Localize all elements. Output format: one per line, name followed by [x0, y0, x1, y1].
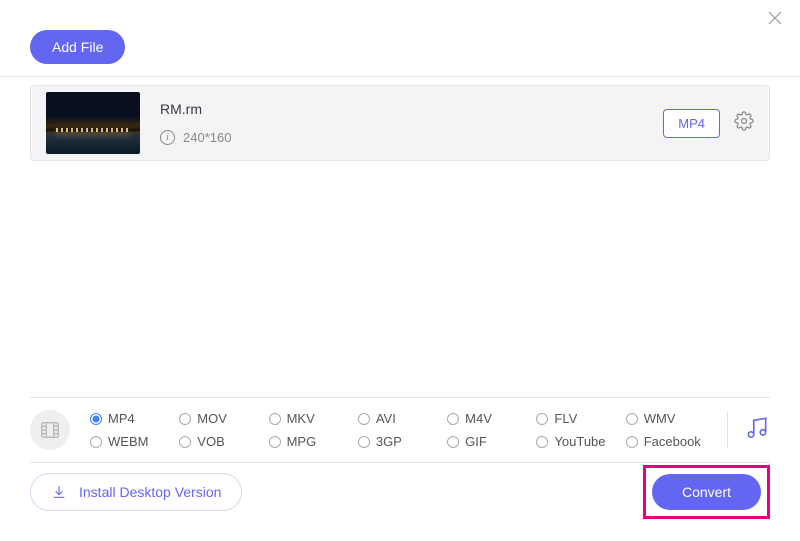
header: Add File [0, 0, 800, 76]
format-label: VOB [197, 434, 224, 449]
radio-icon [626, 413, 638, 425]
file-resolution: 240*160 [183, 130, 231, 145]
format-label: MP4 [108, 411, 135, 426]
radio-icon [536, 436, 548, 448]
radio-icon [626, 436, 638, 448]
add-file-button[interactable]: Add File [30, 30, 125, 64]
format-option-mkv[interactable]: MKV [269, 411, 354, 426]
gear-icon[interactable] [734, 111, 754, 136]
format-label: Facebook [644, 434, 701, 449]
format-label: YouTube [554, 434, 605, 449]
format-label: AVI [376, 411, 396, 426]
info-icon[interactable]: i [160, 130, 175, 145]
file-thumbnail[interactable] [46, 92, 140, 154]
footer: Install Desktop Version Convert [30, 465, 770, 519]
convert-button[interactable]: Convert [652, 474, 761, 510]
format-label: FLV [554, 411, 577, 426]
radio-icon [90, 413, 102, 425]
format-grid: MP4 MOV MKV AVI M4V FLV WMV WEBM VOB MPG 3GP GIF You… [90, 411, 711, 449]
radio-icon [179, 436, 191, 448]
format-option-wmv[interactable]: WMV [626, 411, 711, 426]
radio-icon [90, 436, 102, 448]
separator [727, 412, 728, 448]
convert-highlight-box: Convert [643, 465, 770, 519]
radio-icon [447, 413, 459, 425]
format-option-mov[interactable]: MOV [179, 411, 264, 426]
format-label: MKV [287, 411, 315, 426]
format-label: M4V [465, 411, 492, 426]
file-name: RM.rm [160, 101, 663, 117]
file-info: RM.rm i 240*160 [160, 101, 663, 145]
radio-icon [269, 413, 281, 425]
format-option-mp4[interactable]: MP4 [90, 411, 175, 426]
format-option-youtube[interactable]: YouTube [536, 434, 621, 449]
format-option-gif[interactable]: GIF [447, 434, 532, 449]
format-option-3gp[interactable]: 3GP [358, 434, 443, 449]
format-option-webm[interactable]: WEBM [90, 434, 175, 449]
format-panel: MP4 MOV MKV AVI M4V FLV WMV WEBM VOB MPG 3GP GIF You… [30, 397, 770, 463]
format-label: WMV [644, 411, 676, 426]
format-label: MOV [197, 411, 227, 426]
radio-icon [269, 436, 281, 448]
format-label: MPG [287, 434, 317, 449]
radio-icon [358, 413, 370, 425]
file-row: RM.rm i 240*160 MP4 [30, 85, 770, 161]
radio-icon [536, 413, 548, 425]
format-option-m4v[interactable]: M4V [447, 411, 532, 426]
radio-icon [358, 436, 370, 448]
format-option-vob[interactable]: VOB [179, 434, 264, 449]
file-list: RM.rm i 240*160 MP4 [0, 76, 800, 161]
format-label: 3GP [376, 434, 402, 449]
format-label: WEBM [108, 434, 148, 449]
video-film-icon[interactable] [30, 410, 70, 450]
format-option-avi[interactable]: AVI [358, 411, 443, 426]
music-note-icon[interactable] [744, 415, 770, 446]
target-format-badge[interactable]: MP4 [663, 109, 720, 138]
install-desktop-label: Install Desktop Version [79, 484, 221, 500]
format-option-flv[interactable]: FLV [536, 411, 621, 426]
install-desktop-button[interactable]: Install Desktop Version [30, 473, 242, 511]
format-label: GIF [465, 434, 487, 449]
radio-icon [447, 436, 459, 448]
radio-icon [179, 413, 191, 425]
file-meta: i 240*160 [160, 130, 231, 145]
format-option-mpg[interactable]: MPG [269, 434, 354, 449]
format-option-facebook[interactable]: Facebook [626, 434, 711, 449]
download-icon [51, 484, 67, 500]
close-icon[interactable] [765, 10, 785, 30]
